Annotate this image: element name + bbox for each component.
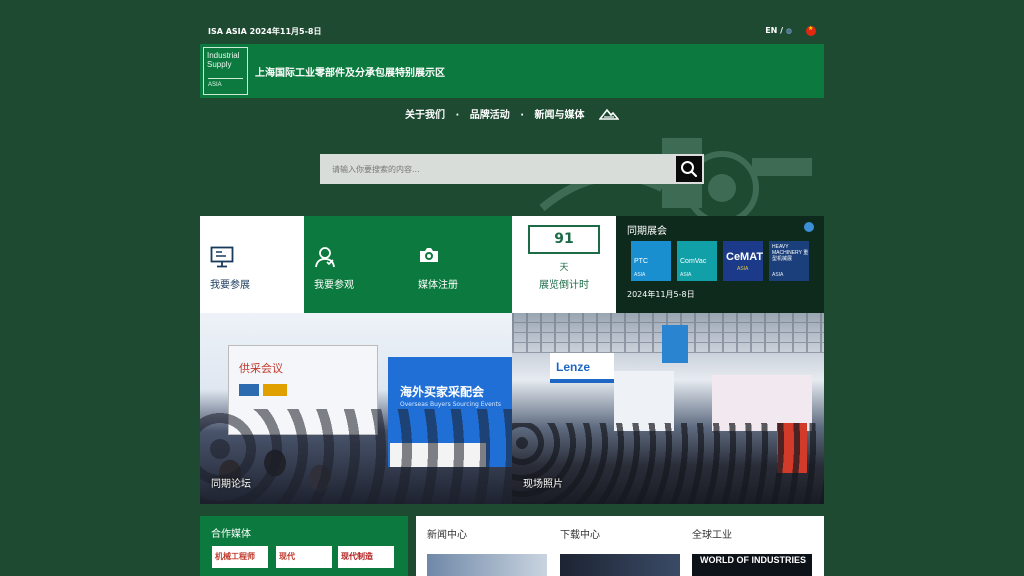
news-center-link[interactable]: 新闻中心 [427,526,467,541]
global-industry-link[interactable]: 全球工业 [692,526,732,541]
media-register-tile[interactable]: 媒体注册 [408,216,512,313]
global-industry-thumbnail[interactable]: WORLD OF INDUSTRIES [692,554,812,576]
logo-line-1: Industrial [207,51,240,60]
countdown-label: 展览倒计时 [539,280,589,291]
countdown-value: 91 [528,225,600,254]
nav-item-brand-events[interactable]: 品牌活动 [470,106,510,121]
crowd [512,423,824,504]
brand-banner: Industrial Supply ASIA 上海国际工业零部件及分承包展特别展… [200,44,824,98]
media-logo[interactable]: 现代 [276,546,332,568]
show-sub: ASIA [772,272,784,278]
show-name: ComVac [680,258,707,265]
visit-label: 我要参观 [314,280,354,291]
partner-media-title: 合作媒体 [211,529,251,540]
hanging-sign [662,325,688,363]
concurrent-date: 2024年11月5-8日 [627,290,695,299]
exhibition-hall-photo[interactable]: Lenze 现场照片 [512,313,824,504]
show-logo-heavy-machinery[interactable]: HEAVY MACHINERY 重型机械展 ASIA [769,241,809,281]
show-sub: ASIA [634,272,646,278]
nav-separator: · [455,110,460,121]
show-name: HEAVY MACHINERY 重型机械展 [772,244,809,262]
user-icon [315,247,335,268]
visit-tile[interactable]: 我要参观 [304,216,408,313]
global-thumb-text: WORLD OF INDUSTRIES [700,555,806,565]
lenze-brand: Lenze [556,360,591,374]
show-name: CeMAT [726,251,764,263]
media-logo-text: 机械工程师 [215,552,255,561]
media-register-label: 媒体注册 [418,280,458,291]
forum-caption: 同期论坛 [211,479,251,490]
page: ISA ASIA 2024年11月5-8日 EN / ◍ Industrial … [200,0,824,576]
search-input[interactable] [320,154,674,184]
site-title: 上海国际工业零部件及分承包展特别展示区 [255,68,445,79]
show-sub: ASIA [737,266,749,272]
search-button[interactable] [674,154,704,184]
partner-media: 合作媒体 机械工程师 现代 现代制造 [200,516,408,576]
exhibit-label: 我要参展 [210,280,250,291]
hall-caption: 现场照片 [523,479,563,490]
logo-line-2: Supply [207,60,232,69]
media-logo[interactable]: 机械工程师 [212,546,268,568]
sponsor-logo [239,384,259,396]
lenze-sign: Lenze [550,353,614,383]
industrial-supply-logo[interactable]: Industrial Supply ASIA [203,47,248,95]
search-bar [320,154,704,184]
exhibit-tile[interactable]: 我要参展 [200,216,304,313]
media-logo[interactable]: 现代制造 [338,546,394,568]
top-bar: ISA ASIA 2024年11月5-8日 EN / ◍ [200,22,824,40]
camera-icon [420,248,438,262]
china-flag-icon[interactable] [806,25,816,36]
forum-photo[interactable]: 供采会议 海外买家采配会 Overseas Buyers Sourcing Ev… [200,313,512,504]
nav-item-about[interactable]: 关于我们 [405,106,445,121]
language-label[interactable]: EN / [765,26,783,35]
event-info: ISA ASIA 2024年11月5-8日 [208,27,322,36]
show-logo-ptc[interactable]: PTC ASIA [631,241,671,281]
countdown-unit: 天 [559,263,569,273]
download-thumbnail[interactable] [560,554,680,576]
show-logo-cemat[interactable]: CeMAT ASIA [723,241,763,281]
concurrent-title: 同期展会 [627,226,667,237]
booth [614,371,674,431]
news-thumbnail[interactable] [427,554,547,576]
info-panel: 新闻中心 下载中心 全球工业 WORLD OF INDUSTRIES [416,516,824,576]
globe-icon: ◍ [785,27,792,35]
buyers-screen-title: 海外买家采配会 [400,385,485,399]
quick-links: 我要参展 我要参观 媒体注册 91 天 展览倒计时 同期展会 PTC ASIA [200,213,824,313]
search-icon [681,161,698,178]
show-logo-comvac[interactable]: ComVac ASIA [677,241,717,281]
logo-sub: ASIA [208,78,243,90]
ticket-edge [512,213,616,219]
media-logo-text: 现代制造 [341,552,373,561]
globe-icon[interactable] [804,222,814,232]
language-switch[interactable]: EN / ◍ [765,26,792,35]
buyers-screen-subtitle: Overseas Buyers Sourcing Events [400,401,502,408]
media-logo-text: 现代 [279,552,295,561]
countdown-tile: 91 天 展览倒计时 [512,213,616,313]
monitor-icon [210,246,234,268]
forum-screen-title: 供采会议 [239,362,283,375]
show-sub: ASIA [680,272,692,278]
concurrent-shows: 同期展会 PTC ASIA ComVac ASIA CeMAT ASIA HEA… [616,216,824,313]
sponsor-logo [263,384,287,396]
show-name: PTC [634,258,648,265]
download-center-link[interactable]: 下载中心 [560,526,600,541]
